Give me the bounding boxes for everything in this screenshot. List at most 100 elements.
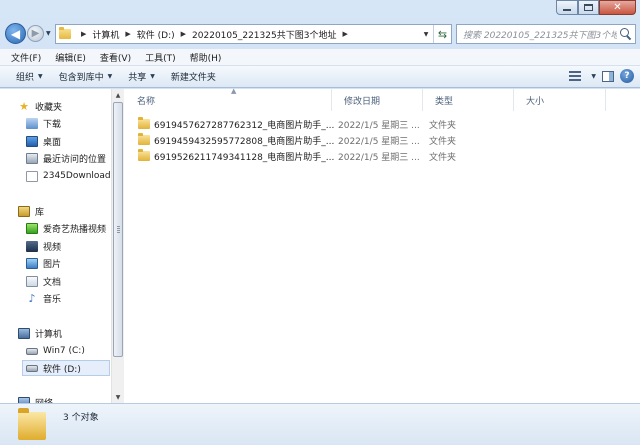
- content-area: ★ 收藏夹 下载 桌面 最近访问的位置 2345Downloads 库 爱奇艺热播…: [0, 87, 640, 403]
- sidebar-item-downloads[interactable]: 下载: [26, 115, 61, 131]
- sidebar-item-label: 下载: [43, 119, 62, 130]
- sidebar-computer-label: 计算机: [35, 329, 63, 340]
- sidebar-item-label: 音乐: [43, 294, 62, 305]
- scrollbar-grip-icon: [117, 226, 120, 234]
- explorer-window: ✕ ◀ ▶ ▼ ▶ 计算机 ▶ 软件 (D:) ▶ 20220105_22132…: [0, 0, 640, 445]
- file-type: 文件夹: [429, 136, 457, 147]
- details-pane: 3 个对象: [0, 403, 640, 445]
- column-header-modified[interactable]: 修改日期: [332, 89, 423, 111]
- sidebar-item-label: 桌面: [43, 137, 62, 148]
- sidebar-computer[interactable]: 计算机: [18, 325, 62, 341]
- menu-tools[interactable]: 工具(T): [138, 51, 183, 64]
- breadcrumb-separator-icon[interactable]: ▶: [181, 30, 186, 38]
- file-name-cell: 6919526211749341128_电商图片助手_...: [138, 148, 334, 164]
- maximize-button[interactable]: [578, 0, 599, 15]
- sidebar-item-label: Win7 (C:): [43, 346, 85, 356]
- documents-library-icon: [26, 275, 38, 287]
- scrollbar-thumb[interactable]: [113, 102, 123, 357]
- caption-buttons: ✕: [556, 0, 636, 15]
- breadcrumb-drive-d[interactable]: 软件 (D:): [137, 28, 175, 41]
- organize-button[interactable]: 组织 ▼: [8, 70, 51, 83]
- close-button[interactable]: ✕: [599, 0, 636, 15]
- minimize-icon: [563, 9, 571, 11]
- address-bar[interactable]: ▶ 计算机 ▶ 软件 (D:) ▶ 20220105_221325共下图3个地址…: [55, 24, 452, 44]
- search-box[interactable]: 搜索 20220105_221325共下图3个地...: [456, 24, 636, 44]
- breadcrumb-separator-icon[interactable]: ▶: [342, 30, 347, 38]
- forward-button[interactable]: ▶: [27, 25, 44, 42]
- change-view-icon[interactable]: [569, 71, 582, 81]
- breadcrumb-separator-icon[interactable]: ▶: [125, 30, 130, 38]
- share-button[interactable]: 共享 ▼: [120, 70, 163, 83]
- downloads-folder-icon: [26, 117, 38, 129]
- navigation-bar: ◀ ▶ ▼ ▶ 计算机 ▶ 软件 (D:) ▶ 20220105_221325共…: [0, 20, 640, 48]
- sidebar-item-pictures[interactable]: 图片: [26, 255, 61, 271]
- sidebar-item-documents[interactable]: 文档: [26, 273, 61, 289]
- include-in-library-button[interactable]: 包含到库中 ▼: [51, 70, 121, 83]
- table-row[interactable]: 6919457627287762312_电商图片助手_... 2022/1/5 …: [125, 116, 515, 132]
- sidebar-favorites[interactable]: ★ 收藏夹: [18, 98, 62, 114]
- file-name: 6919457627287762312_电商图片助手_...: [154, 120, 335, 131]
- library-icon: [18, 205, 30, 217]
- search-icon[interactable]: [617, 25, 635, 43]
- address-history-dropdown[interactable]: ▼: [419, 31, 433, 38]
- sidebar-item-drive-d[interactable]: 软件 (D:): [22, 360, 110, 376]
- forward-arrow-icon: ▶: [31, 28, 40, 39]
- table-row[interactable]: 6919526211749341128_电商图片助手_... 2022/1/5 …: [125, 148, 515, 164]
- folder-icon: [138, 149, 150, 161]
- menu-view[interactable]: 查看(V): [93, 51, 138, 64]
- chevron-down-icon: ▼: [38, 73, 43, 80]
- sidebar-libraries[interactable]: 库: [18, 203, 44, 219]
- preview-pane-icon[interactable]: [602, 70, 614, 82]
- table-row[interactable]: 6919459432595772808_电商图片助手_... 2022/1/5 …: [125, 132, 515, 148]
- file-type: 文件夹: [429, 120, 457, 131]
- sidebar-item-label: 文档: [43, 277, 62, 288]
- sidebar-item-music[interactable]: ♪ 音乐: [26, 290, 61, 306]
- column-header-size[interactable]: 大小: [514, 89, 606, 111]
- minimize-button[interactable]: [556, 0, 578, 15]
- breadcrumb-separator-icon[interactable]: ▶: [81, 30, 86, 38]
- sidebar-item-label: 爱奇艺热播视频: [43, 224, 107, 235]
- sidebar-item-recent-places[interactable]: 最近访问的位置: [26, 150, 106, 166]
- menu-file[interactable]: 文件(F): [4, 51, 48, 64]
- file-name-cell: 6919457627287762312_电商图片助手_...: [138, 116, 334, 132]
- recent-pages-dropdown[interactable]: ▼: [46, 30, 51, 37]
- sidebar-item-label: 2345Downloads: [43, 171, 111, 181]
- sidebar-item-2345downloads[interactable]: 2345Downloads: [26, 168, 111, 184]
- sidebar-item-label: 最近访问的位置: [43, 154, 107, 165]
- file-name-cell: 6919459432595772808_电商图片助手_...: [138, 132, 334, 148]
- column-header-type[interactable]: 类型: [423, 89, 514, 111]
- refresh-button[interactable]: ⇆: [433, 25, 451, 43]
- sidebar-item-videos[interactable]: 视频: [26, 238, 61, 254]
- sort-ascending-icon: ▲: [231, 87, 237, 95]
- maximize-icon: [584, 4, 593, 11]
- sidebar-item-desktop[interactable]: 桌面: [26, 133, 61, 149]
- share-label: 共享: [128, 73, 147, 83]
- file-list: 名称 ▲ 修改日期 类型 大小 6919457627287762312_电商图片助…: [125, 87, 640, 403]
- column-header-name[interactable]: 名称 ▲: [125, 87, 332, 111]
- help-icon[interactable]: ?: [620, 69, 634, 83]
- view-options-chevron-icon[interactable]: ▼: [591, 73, 596, 80]
- menu-edit[interactable]: 编辑(E): [48, 51, 93, 64]
- breadcrumb-computer[interactable]: 计算机: [92, 28, 119, 41]
- sidebar-item-label: 图片: [43, 259, 62, 270]
- navigation-pane-scrollbar[interactable]: ▲ ▼: [111, 89, 124, 403]
- breadcrumb-current-folder[interactable]: 20220105_221325共下图3个地址: [192, 28, 336, 41]
- sidebar-network-label: 网络: [35, 396, 53, 404]
- column-name-label: 名称: [137, 96, 156, 107]
- scroll-up-icon[interactable]: ▲: [112, 89, 124, 101]
- pictures-library-icon: [26, 257, 38, 269]
- search-input[interactable]: 搜索 20220105_221325共下图3个地...: [457, 28, 617, 41]
- sidebar-network[interactable]: 网络: [18, 394, 53, 403]
- menu-bar: 文件(F) 编辑(E) 查看(V) 工具(T) 帮助(H): [0, 49, 640, 66]
- column-size-label: 大小: [526, 96, 545, 107]
- recent-places-icon: [26, 152, 38, 164]
- sidebar-item-drive-c[interactable]: Win7 (C:): [26, 343, 85, 359]
- sidebar-item-iqiyi[interactable]: 爱奇艺热播视频: [26, 220, 106, 236]
- item-count-text: 3 个对象: [63, 413, 99, 423]
- folder-icon: [138, 133, 150, 145]
- new-folder-button[interactable]: 新建文件夹: [163, 70, 224, 83]
- menu-help[interactable]: 帮助(H): [183, 51, 229, 64]
- back-button[interactable]: ◀: [5, 23, 26, 44]
- file-modified: 2022/1/5 星期三 ...: [338, 120, 420, 131]
- scroll-down-icon[interactable]: ▼: [112, 391, 124, 403]
